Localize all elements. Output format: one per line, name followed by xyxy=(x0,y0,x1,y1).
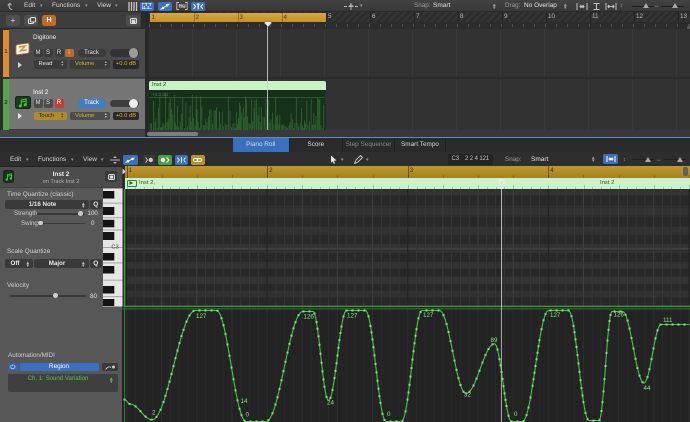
svg-text:44: 44 xyxy=(644,385,651,392)
svg-text:32: 32 xyxy=(464,392,471,399)
svg-text:127: 127 xyxy=(196,313,207,320)
svg-text:+0.0 dB: +0.0 dB xyxy=(152,92,168,97)
svg-text:126: 126 xyxy=(304,314,315,321)
svg-text:C3: C3 xyxy=(111,245,118,251)
svg-text:24: 24 xyxy=(327,400,334,407)
svg-text:111: 111 xyxy=(663,317,673,324)
svg-text:0: 0 xyxy=(387,411,391,418)
svg-text:127: 127 xyxy=(550,312,561,319)
svg-text:89: 89 xyxy=(491,337,498,344)
svg-text:14: 14 xyxy=(241,398,248,405)
svg-text:2: 2 xyxy=(152,410,156,417)
svg-text:0: 0 xyxy=(246,412,250,419)
svg-text:127: 127 xyxy=(347,313,358,320)
svg-text:0: 0 xyxy=(514,411,518,418)
svg-text:127: 127 xyxy=(423,312,434,319)
svg-text:126: 126 xyxy=(614,312,625,319)
